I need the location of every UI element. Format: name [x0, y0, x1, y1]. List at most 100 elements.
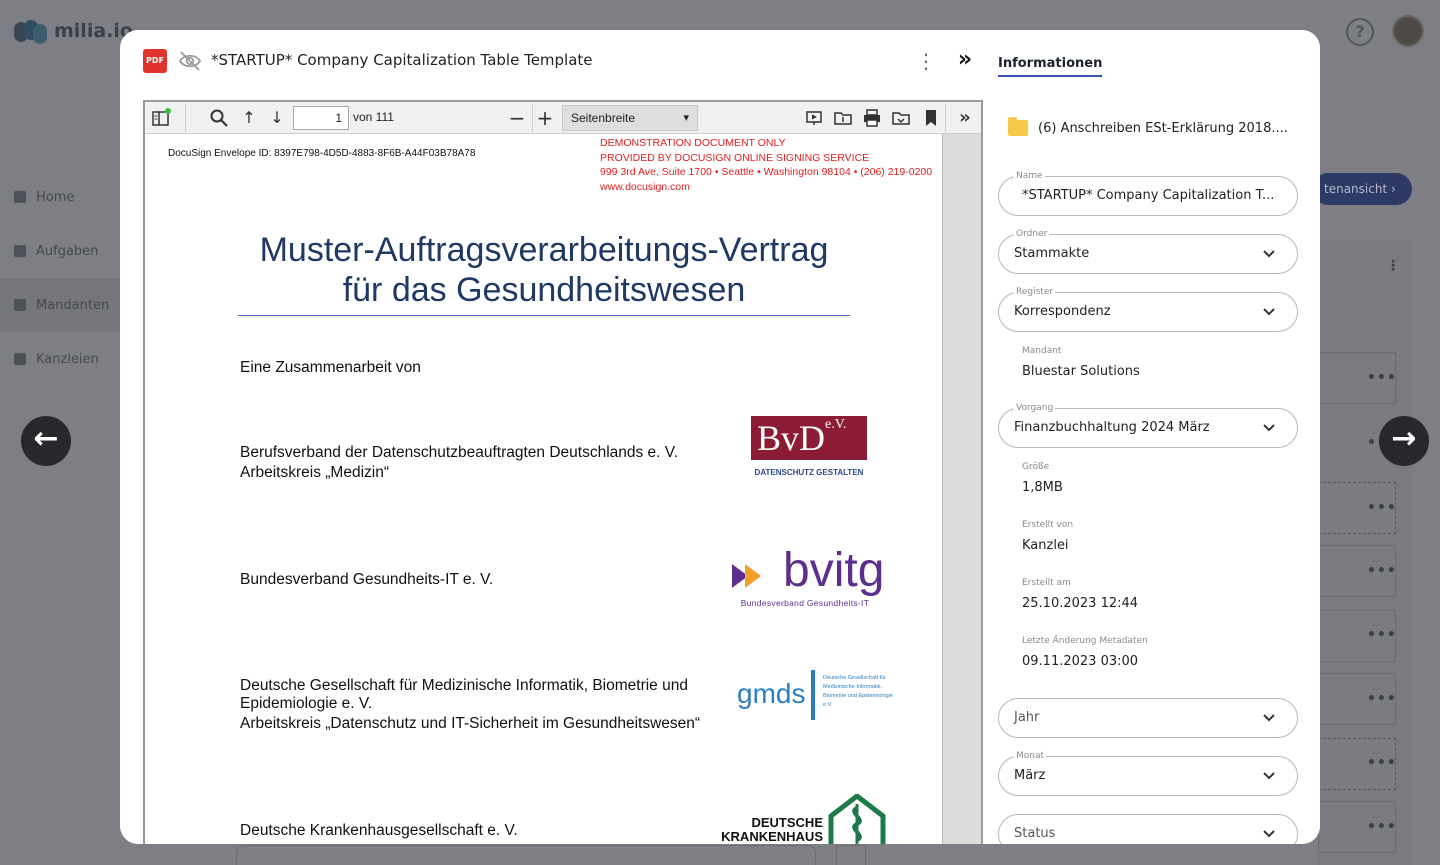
pdf-toolbar: ↑ ↓ 1 von 111 − + Seitenbreite ▾ »	[145, 102, 981, 134]
erstellt-von-info: Erstellt von Kanzlei	[1022, 519, 1073, 553]
toolbar-divider	[532, 104, 533, 132]
info-value: 25.10.2023 12:44	[1022, 596, 1139, 611]
arrow-up-icon[interactable]: ↑	[239, 108, 259, 128]
background-card	[836, 845, 866, 865]
page-number-input[interactable]: 1	[293, 106, 349, 130]
groesse-info: Größe 1,8MB	[1022, 461, 1063, 495]
chevron-down-icon	[1263, 772, 1275, 780]
field-value: Stammakte	[1014, 246, 1090, 261]
view-toggle-pill[interactable]: tenansicht ›	[1312, 173, 1412, 205]
info-value: Kanzlei	[1022, 538, 1069, 553]
search-icon[interactable]	[209, 108, 229, 128]
chevron-down-icon	[1263, 424, 1275, 432]
pdf-scrollbar[interactable]	[943, 134, 981, 844]
dkg-house-icon	[828, 794, 886, 844]
more-icon[interactable]: •••	[1367, 563, 1397, 579]
info-label: Letzte Änderung Metadaten	[1022, 636, 1148, 646]
letzte-aenderung-info: Letzte Änderung Metadaten 09.11.2023 03:…	[1022, 635, 1148, 669]
register-select[interactable]: Register Korrespondenz	[998, 286, 1298, 332]
more-icon[interactable]: •••	[1367, 691, 1397, 707]
avatar[interactable]	[1392, 15, 1424, 47]
field-label: Register	[1014, 286, 1056, 298]
heading-line: für das Gesundheitswesen	[342, 271, 746, 309]
arrow-left-icon: ←	[33, 421, 59, 456]
sidebar-item-aufgaben[interactable]: Aufgaben	[0, 224, 120, 278]
more-icon[interactable]: •••	[1367, 819, 1397, 835]
chevron-down-icon	[1263, 714, 1275, 722]
info-label: Erstellt am	[1022, 578, 1071, 588]
org-dkg: Deutsche Krankenhausgesellschaft e. V.	[240, 822, 518, 839]
previous-document-button[interactable]: ←	[21, 416, 71, 466]
info-value: Bluestar Solutions	[1022, 364, 1140, 379]
chevron-down-icon	[1263, 308, 1275, 316]
app-logo: milia.io	[14, 20, 133, 44]
gmds-logo: gmds Deutsche Gesellschaft für Medizinis…	[737, 670, 907, 722]
field-placeholder: Jahr	[1014, 710, 1040, 725]
arrow-down-icon[interactable]: ↓	[267, 108, 287, 128]
dkg-logo-line: DEUTSCHE	[751, 815, 823, 830]
jahr-select[interactable]: Jahr	[998, 698, 1298, 738]
save-icon[interactable]	[891, 108, 911, 128]
collapse-panel-button[interactable]: »	[952, 48, 978, 74]
more-options-icon[interactable]: ⋮	[916, 50, 936, 74]
info-label: Mandant	[1022, 346, 1062, 356]
folder-path[interactable]: (6) Anschreiben ESt-Erklärung 2018....	[1008, 117, 1288, 136]
gmds-logo-text: gmds	[737, 678, 806, 709]
mandant-info: Mandant Bluestar Solutions	[1022, 345, 1140, 379]
ordner-select[interactable]: Ordner Stammakte	[998, 228, 1298, 274]
info-value: 09.11.2023 03:00	[1022, 654, 1139, 669]
sidebar-item-kanzleien[interactable]: Kanzleien	[0, 332, 120, 386]
sidebar-toggle-icon[interactable]	[151, 108, 171, 128]
open-file-icon[interactable]	[833, 108, 853, 128]
more-icon[interactable]: •••	[1367, 500, 1397, 516]
demo-line: www.docusign.com	[600, 181, 690, 194]
status-select[interactable]: Status	[998, 814, 1298, 844]
document-title: *STARTUP* Company Capitalization Table T…	[211, 51, 593, 69]
pdf-viewer[interactable]: ↑ ↓ 1 von 111 − + Seitenbreite ▾ » DocuS…	[143, 100, 983, 844]
name-field[interactable]: Name *STARTUP* Company Capitalization T.…	[998, 170, 1298, 216]
more-icon[interactable]: •••	[1367, 755, 1397, 771]
eye-off-icon[interactable]	[178, 50, 202, 72]
print-icon[interactable]	[862, 108, 882, 128]
more-icon[interactable]: •••	[1367, 627, 1397, 643]
folder-path-label: (6) Anschreiben ESt-Erklärung 2018....	[1038, 120, 1288, 136]
demo-line: PROVIDED BY DOCUSIGN ONLINE SIGNING SERV…	[600, 151, 870, 164]
help-button[interactable]: ?	[1346, 18, 1374, 46]
tasks-icon	[14, 245, 26, 257]
info-label: Erstellt von	[1022, 520, 1074, 530]
bvd-logo-mark: BvDe.V.	[751, 416, 867, 460]
field-placeholder: Status	[1014, 826, 1056, 841]
info-label: Größe	[1022, 462, 1050, 472]
toolbar-divider	[185, 104, 186, 132]
toolbar-divider	[945, 104, 946, 132]
vorgang-select[interactable]: Vorgang Finanzbuchhaltung 2024 März	[998, 402, 1298, 448]
document-heading: Muster-Auftragsverarbeitungs-Vertrag für…	[237, 230, 851, 310]
zoom-in-icon[interactable]: +	[535, 108, 555, 128]
docusign-demo-notice: DEMONSTRATION DOCUMENT ONLY PROVIDED BY …	[600, 136, 932, 195]
bookmark-icon[interactable]	[921, 108, 941, 128]
heading-divider	[238, 315, 850, 316]
sidebar-item-home[interactable]: Home	[0, 170, 120, 224]
home-icon	[14, 191, 26, 203]
zoom-select[interactable]: Seitenbreite ▾	[562, 105, 698, 131]
zoom-select-value: Seitenbreite	[571, 111, 636, 125]
tab-informationen[interactable]: Informationen	[998, 56, 1103, 77]
bvd-logo-suffix: e.V.	[825, 417, 847, 432]
gmds-logo-bar	[811, 670, 815, 720]
bvd-logo-text: BvD	[757, 418, 826, 458]
more-icon[interactable]: ⋮	[1386, 258, 1401, 274]
next-document-button[interactable]: →	[1379, 416, 1429, 466]
double-chevron-right-icon: »	[957, 47, 973, 72]
zoom-out-icon[interactable]: −	[507, 108, 527, 128]
double-chevron-right-icon[interactable]: »	[955, 108, 975, 128]
monat-select[interactable]: Monat März	[998, 750, 1298, 796]
milia-logo-icon	[14, 20, 47, 44]
sidebar-item-label: Kanzleien	[36, 351, 99, 367]
more-icon[interactable]: •••	[1367, 370, 1397, 386]
org-line: Epidemiologie e. V.	[240, 695, 373, 712]
sidebar-item-mandanten[interactable]: Mandanten	[0, 278, 120, 332]
gmds-logo-tagline: Deutsche Gesellschaft für Medizinische I…	[823, 675, 894, 708]
field-value: *STARTUP* Company Capitalization T...	[1022, 188, 1275, 203]
docusign-envelope-id: DocuSign Envelope ID: 8397E798-4D5D-4883…	[168, 148, 476, 159]
presentation-mode-icon[interactable]	[804, 108, 824, 128]
